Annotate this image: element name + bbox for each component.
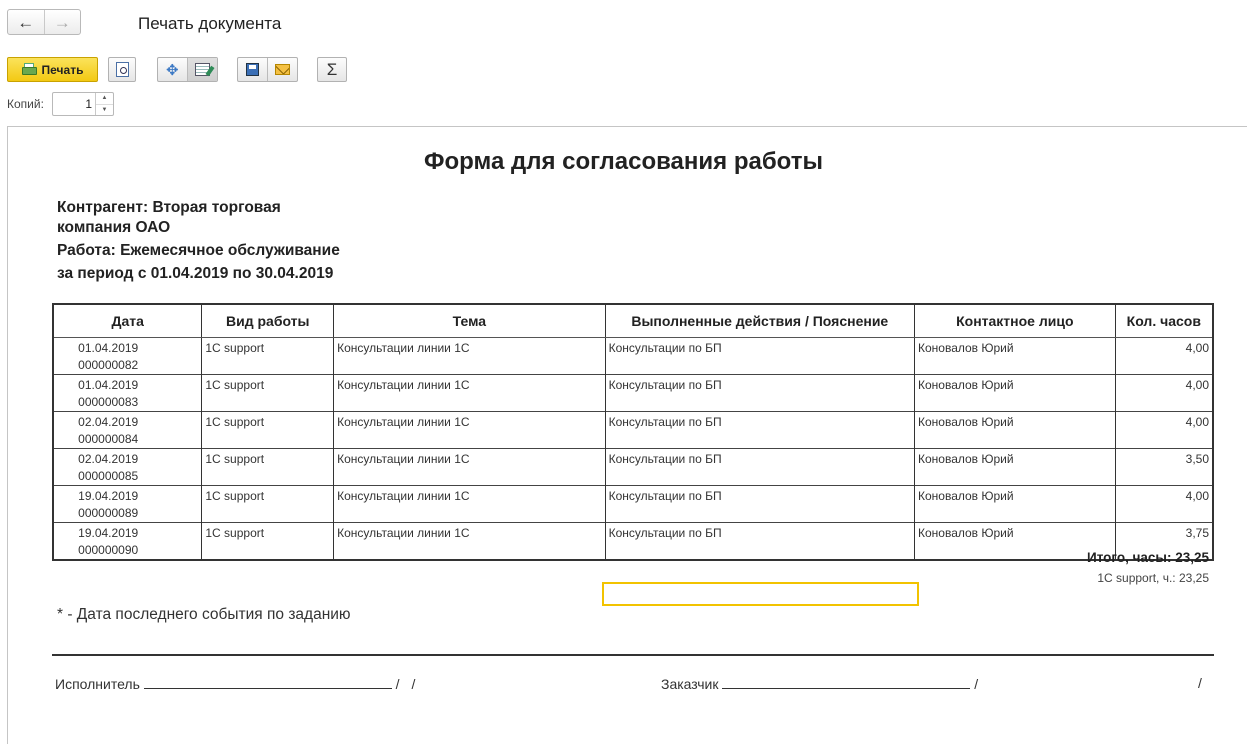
sum-icon: Σ — [326, 59, 338, 79]
subtotal-hours: 1С support, ч.: 23,25 — [1097, 571, 1209, 585]
cell-work-type: 1С support — [201, 410, 335, 448]
work-table: Дата Вид работы Тема Выполненные действи… — [52, 303, 1214, 561]
cell-contact: Коновалов Юрий — [913, 410, 1116, 448]
sum-button[interactable]: Σ — [317, 57, 347, 82]
signature-line — [143, 675, 392, 689]
copies-spinner: ▲ ▼ — [95, 93, 113, 115]
mail-icon — [274, 64, 290, 75]
divider — [52, 654, 1214, 656]
cell-topic: Консультации линии 1С — [333, 484, 606, 522]
period-line: за период с 01.04.2019 по 30.04.2019 — [57, 265, 334, 282]
cell-actions: Консультации по БП — [604, 447, 915, 485]
cell-date: 19.04.2019 000000090 — [52, 521, 203, 560]
print-button-label: Печать — [41, 62, 84, 77]
cell-date: 02.04.2019 000000084 — [52, 410, 203, 448]
col-header-actions: Выполненные действия / Пояснение — [604, 303, 915, 338]
preview-icon — [115, 62, 129, 77]
cell-date: 19.04.2019 000000089 — [52, 484, 203, 522]
cell-work-type: 1С support — [201, 336, 335, 374]
customer-signature: Заказчик / — [661, 675, 978, 692]
slash: / — [974, 676, 979, 692]
cell-topic: Консультации линии 1С — [333, 447, 606, 485]
copies-input[interactable] — [53, 93, 95, 115]
executor-label: Исполнитель — [55, 676, 140, 692]
cell-hours: 4,00 — [1114, 336, 1214, 374]
total-hours: Итого, часы: 23,25 — [1087, 550, 1209, 565]
table-header-row: Дата Вид работы Тема Выполненные действи… — [52, 303, 1214, 338]
cell-date: 01.04.2019 000000083 — [52, 373, 203, 411]
spin-up-icon[interactable]: ▲ — [96, 93, 113, 105]
col-header-work-type: Вид работы — [201, 303, 335, 338]
table-row[interactable]: 02.04.2019 000000085 1С support Консульта… — [52, 447, 1214, 485]
col-header-contact: Контактное лицо — [913, 303, 1116, 338]
table-row[interactable]: 01.04.2019 000000083 1С support Консульта… — [52, 373, 1214, 411]
copies-label: Копий: — [7, 97, 44, 111]
slash: / — [395, 676, 400, 692]
cell-work-type: 1С support — [201, 447, 335, 485]
customer-label: Заказчик — [661, 676, 719, 692]
edit-mode-button[interactable] — [187, 58, 217, 81]
cell-hours: 3,50 — [1114, 447, 1214, 485]
copies-field: ▲ ▼ — [52, 92, 114, 116]
print-button[interactable]: Печать — [7, 57, 98, 82]
cell-work-type: 1С support — [201, 521, 335, 560]
move-icon: ✥ — [165, 61, 179, 79]
send-email-button[interactable] — [268, 58, 297, 81]
counterparty-line2: компания ОАО — [57, 219, 171, 236]
cell-work-type: 1С support — [201, 373, 335, 411]
history-nav: ← → — [7, 9, 81, 35]
cell-actions: Консультации по БП — [604, 521, 915, 560]
save-icon — [245, 63, 259, 76]
cell-topic: Консультации линии 1С — [333, 373, 606, 411]
edit-icon — [194, 63, 210, 76]
file-actions-group — [237, 57, 298, 82]
col-header-date: Дата — [52, 303, 203, 338]
cell-actions: Консультации по БП — [604, 336, 915, 374]
cell-topic: Консультации линии 1С — [333, 410, 606, 448]
signature-line — [722, 675, 971, 689]
cell-contact: Коновалов Юрий — [913, 373, 1116, 411]
counterparty-line1: Контрагент: Вторая торговая — [57, 199, 281, 216]
table-row[interactable]: 01.04.2019 000000082 1С support Консульта… — [52, 336, 1214, 374]
save-button[interactable] — [238, 58, 268, 81]
cell-hours: 4,00 — [1114, 484, 1214, 522]
view-mode-group: ✥ — [157, 57, 218, 82]
cell-contact: Коновалов Юрий — [913, 484, 1116, 522]
cell-hours: 4,00 — [1114, 373, 1214, 411]
cell-actions: Консультации по БП — [604, 373, 915, 411]
printer-icon — [21, 63, 37, 76]
table-row[interactable]: 02.04.2019 000000084 1С support Консульта… — [52, 410, 1214, 448]
cell-actions: Консультации по БП — [604, 484, 915, 522]
col-header-topic: Тема — [333, 303, 606, 338]
cell-topic: Консультации линии 1С — [333, 336, 606, 374]
cell-contact: Коновалов Юрий — [913, 447, 1116, 485]
move-mode-button[interactable]: ✥ — [158, 58, 188, 81]
cell-contact: Коновалов Юрий — [913, 521, 1116, 560]
cell-topic: Консультации линии 1С — [333, 521, 606, 560]
cell-date: 01.04.2019 000000082 — [52, 336, 203, 374]
spin-down-icon[interactable]: ▼ — [96, 105, 113, 116]
cell-work-type: 1С support — [201, 484, 335, 522]
back-arrow-icon[interactable]: ← — [8, 10, 45, 34]
work-line: Работа: Ежемесячное обслуживание — [57, 242, 340, 259]
preview-button[interactable] — [108, 57, 136, 82]
cell-hours: 4,00 — [1114, 410, 1214, 448]
window-title: Печать документа — [138, 14, 282, 33]
document-title: Форма для согласования работы — [424, 148, 823, 175]
executor-signature: Исполнитель / / — [55, 675, 415, 692]
col-header-hours: Кол. часов — [1114, 303, 1214, 338]
selected-cell[interactable] — [602, 582, 919, 606]
table-row[interactable]: 19.04.2019 000000089 1С support Консульта… — [52, 484, 1214, 522]
cell-contact: Коновалов Юрий — [913, 336, 1116, 374]
slash: / — [411, 676, 416, 692]
cell-date: 02.04.2019 000000085 — [52, 447, 203, 485]
forward-arrow-icon[interactable]: → — [45, 10, 81, 34]
table-row[interactable]: 19.04.2019 000000090 1С support Консульта… — [52, 521, 1214, 560]
cell-actions: Консультации по БП — [604, 410, 915, 448]
slash: / — [1198, 675, 1202, 691]
footnote: * - Дата последнего события по заданию — [57, 606, 351, 623]
